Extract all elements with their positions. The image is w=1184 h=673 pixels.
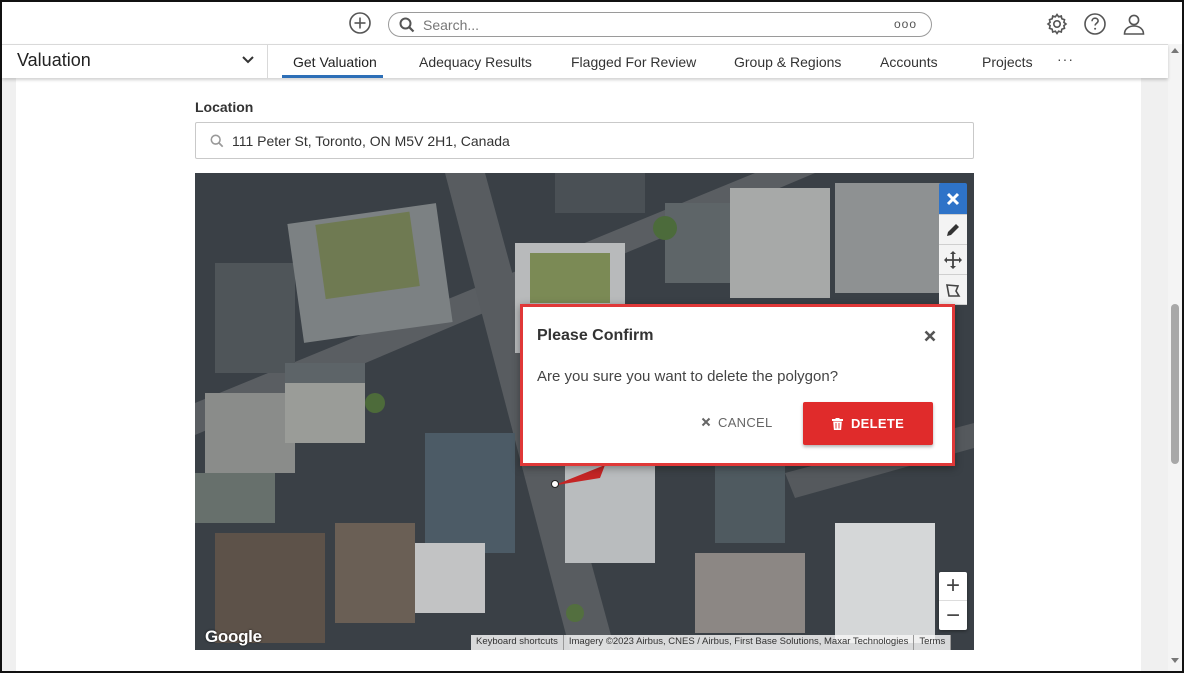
more-tabs-icon[interactable]: ··· [1057,51,1074,67]
tab-accounts[interactable]: Accounts [880,54,938,70]
scroll-up-icon[interactable] [1171,48,1179,53]
terms-link[interactable]: Terms [914,635,952,650]
location-field[interactable] [195,122,974,159]
help-icon[interactable] [1083,12,1107,36]
gear-icon[interactable] [1045,12,1069,36]
zoom-out-label: − [945,601,960,629]
close-icon [701,417,711,427]
search-icon [399,17,415,32]
delete-button[interactable]: DELETE [803,402,933,445]
delete-label: DELETE [850,416,905,431]
scroll-thumb[interactable] [1171,304,1179,464]
location-input[interactable] [232,132,932,149]
module-name: Valuation [17,50,91,70]
search-input[interactable] [423,16,863,33]
map-attribution: Keyboard shortcuts Imagery ©2023 Airbus,… [471,635,952,650]
zoom-out-button[interactable]: − [939,601,967,630]
dialog-title: Please Confirm [537,327,654,344]
close-icon[interactable] [939,183,967,215]
module-nav: Valuation Get Valuation Adequacy Results… [2,44,1168,78]
drawing-toolbar [939,183,967,305]
tab-flagged-for-review[interactable]: Flagged For Review [571,54,696,70]
polygon-edit-icon[interactable] [939,275,967,305]
close-icon[interactable] [923,329,937,343]
zoom-in-button[interactable]: + [939,572,967,601]
search-icon [210,134,224,147]
chevron-down-icon [242,56,254,64]
scroll-down-icon[interactable] [1171,658,1179,663]
top-bar: ooo [2,2,1182,44]
tab-projects[interactable]: Projects [982,54,1033,70]
google-logo: Google [205,627,262,646]
tab-get-valuation[interactable]: Get Valuation [293,54,377,70]
global-search[interactable]: ooo [388,12,932,37]
imagery-credit: Imagery ©2023 Airbus, CNES / Airbus, Fir… [563,635,915,650]
cancel-button[interactable]: CANCEL [701,411,773,433]
active-tab-indicator [282,75,383,78]
search-options-icon[interactable]: ooo [894,17,917,31]
confirm-dialog: Please Confirm Are you sure you want to … [520,304,955,466]
move-icon[interactable] [939,245,967,275]
zoom-control: + − [939,572,967,630]
tab-adequacy-results[interactable]: Adequacy Results [419,54,532,70]
add-circle-icon[interactable] [348,11,372,35]
pencil-icon[interactable] [939,215,967,245]
module-selector[interactable]: Valuation [2,45,268,78]
dialog-message: Are you sure you want to delete the poly… [537,368,839,385]
tab-group-regions[interactable]: Group & Regions [734,54,841,70]
user-icon[interactable] [1122,12,1146,36]
cancel-label: CANCEL [718,414,773,430]
zoom-in-label: + [945,572,960,599]
location-label: Location [195,99,254,115]
keyboard-shortcuts-link[interactable]: Keyboard shortcuts [471,635,564,650]
trash-icon [831,417,843,430]
